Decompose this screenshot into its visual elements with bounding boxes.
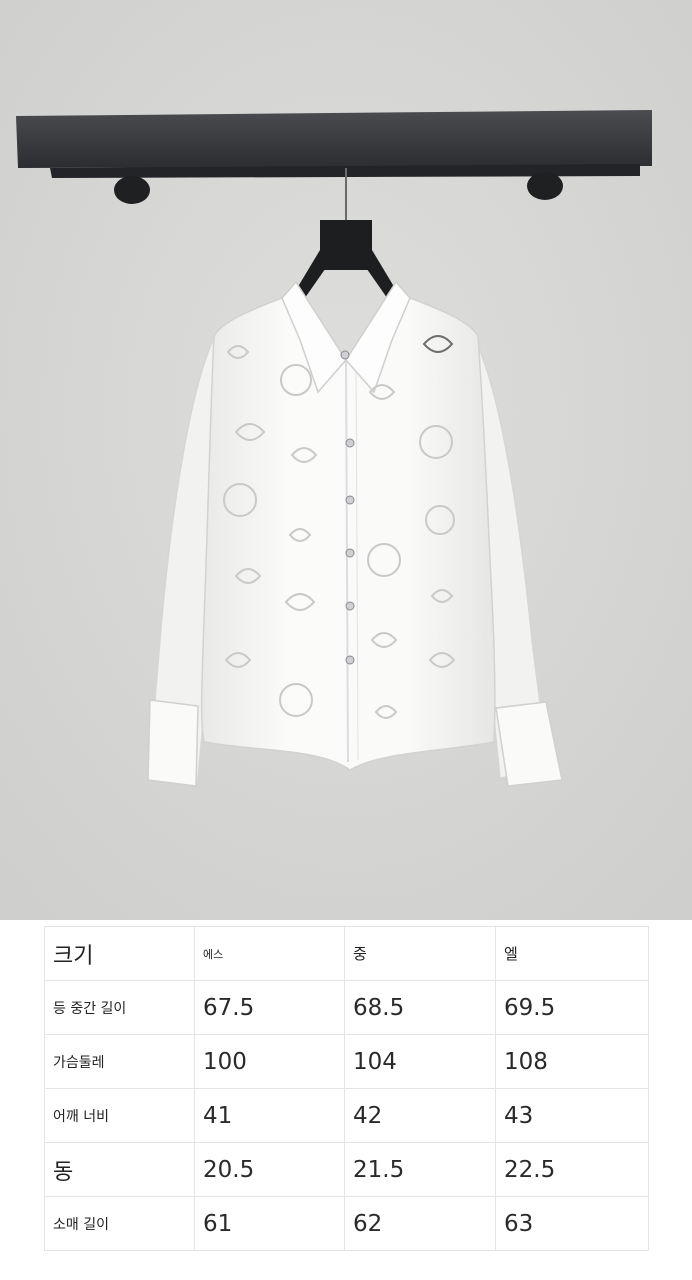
- table-cell: 61: [194, 1196, 345, 1251]
- table-cell: 43: [495, 1088, 649, 1143]
- row-label: 어깨 너비: [44, 1088, 195, 1143]
- table-cell: 68.5: [344, 980, 496, 1035]
- table-cell: 62: [344, 1196, 496, 1251]
- table-cell: 69.5: [495, 980, 649, 1035]
- table-row: 가슴둘레 100 104 108: [44, 1034, 649, 1089]
- table-row: 소매 길이 61 62 63: [44, 1196, 649, 1251]
- row-label: 동: [44, 1142, 195, 1197]
- table-cell: 104: [344, 1034, 496, 1089]
- table-cell: 100: [194, 1034, 345, 1089]
- row-label: 소매 길이: [44, 1196, 195, 1251]
- table-cell: 21.5: [344, 1142, 496, 1197]
- table-cell: 20.5: [194, 1142, 345, 1197]
- table-cell: 42: [344, 1088, 496, 1143]
- table-cell: 41: [194, 1088, 345, 1143]
- table-row: 동 20.5 21.5 22.5: [44, 1142, 649, 1197]
- table-header-row: 크기 에스 중 엘: [44, 926, 649, 981]
- table-row: 등 중간 길이 67.5 68.5 69.5: [44, 980, 649, 1035]
- size-chart-table: 크기 에스 중 엘 등 중간 길이 67.5 68.5 69.5 가슴둘레 10…: [44, 926, 649, 1251]
- table-cell: 63: [495, 1196, 649, 1251]
- table-cell: 67.5: [194, 980, 345, 1035]
- row-label: 등 중간 길이: [44, 980, 195, 1035]
- table-cell: 108: [495, 1034, 649, 1089]
- table-row: 어깨 너비 41 42 43: [44, 1088, 649, 1143]
- row-label: 가슴둘레: [44, 1034, 195, 1089]
- shirt-illustration: [0, 0, 692, 920]
- header-size-m: 중: [344, 926, 496, 981]
- header-size-s: 에스: [194, 926, 345, 981]
- product-photo: [0, 0, 692, 920]
- header-size-label: 크기: [44, 926, 195, 981]
- table-cell: 22.5: [495, 1142, 649, 1197]
- header-size-l: 엘: [495, 926, 649, 981]
